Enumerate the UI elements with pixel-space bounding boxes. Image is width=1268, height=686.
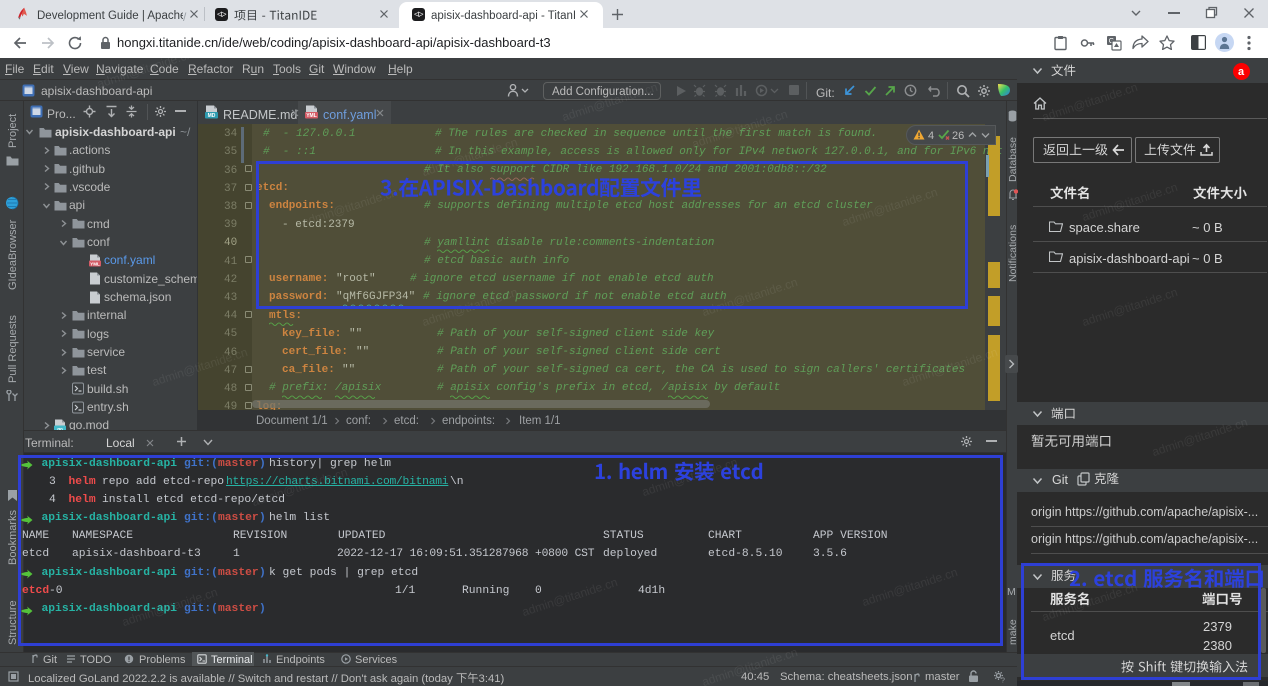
svg-text:YML: YML [306,113,317,119]
svg-text:MD: MD [208,113,216,119]
svg-text:YML: YML [90,261,100,266]
svg-text:?: ? [1001,677,1005,683]
